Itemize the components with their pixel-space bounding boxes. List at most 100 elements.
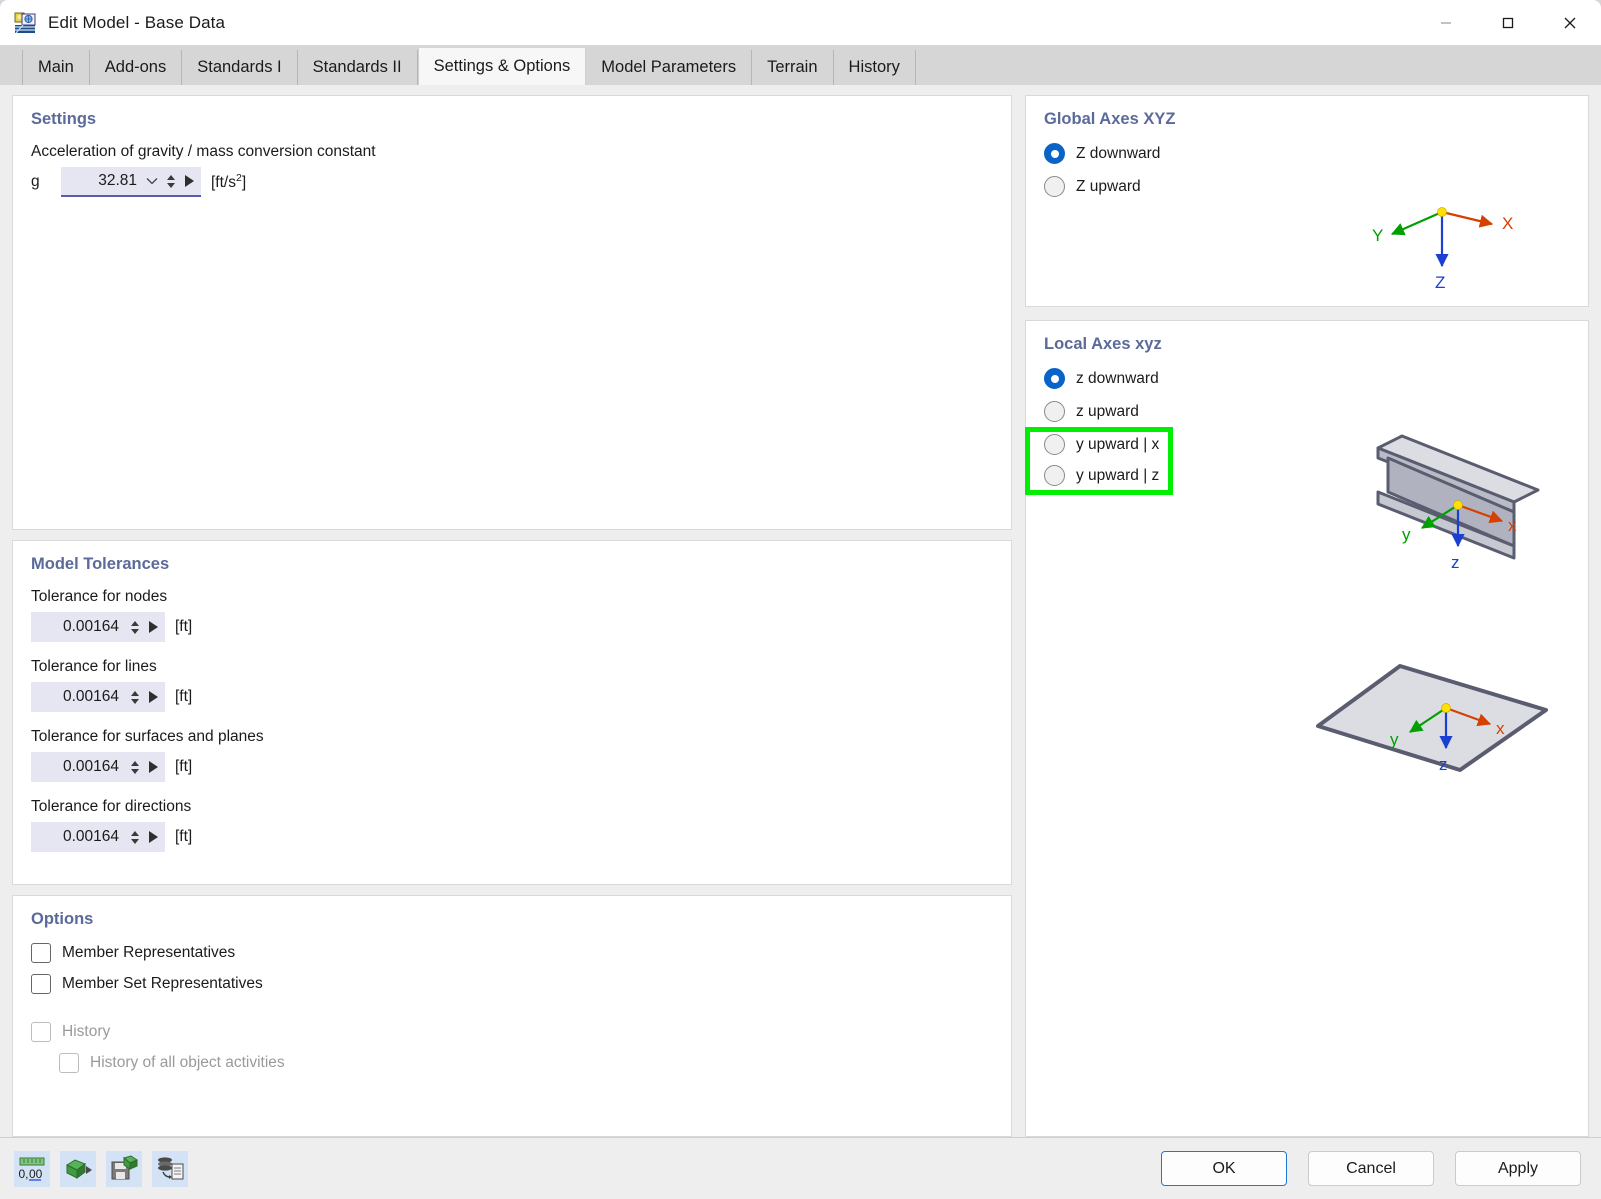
ok-button[interactable]: OK — [1161, 1151, 1287, 1186]
tab-label: Main — [38, 58, 74, 76]
maximize-button[interactable] — [1477, 0, 1539, 45]
radio-icon[interactable] — [1044, 143, 1065, 164]
export-model-icon[interactable] — [60, 1150, 96, 1187]
tab-label: Terrain — [767, 58, 818, 76]
tab-label: Standards II — [312, 58, 402, 76]
chevron-down-icon[interactable] — [143, 175, 161, 187]
app-logo-icon — [14, 11, 38, 35]
settings-panel: Settings Acceleration of gravity / mass … — [12, 95, 1012, 530]
radio-icon[interactable] — [1044, 176, 1065, 197]
tolerance-directions-block: Tolerance for directions 0.00164 [ft] — [31, 798, 993, 852]
dialog-footer: 0, 00 OK Cancel Apply — [0, 1137, 1601, 1199]
tab-model-parameters[interactable]: Model Parameters — [586, 50, 753, 85]
member-z-label: z — [1451, 553, 1460, 572]
tab-settings-and-options[interactable]: Settings & Options — [417, 48, 587, 85]
checkbox-member-representatives[interactable]: Member Representatives — [31, 943, 993, 963]
tolerance-nodes-input[interactable]: 0.00164 — [31, 612, 165, 642]
tolerance-surfaces-stepper[interactable] — [128, 760, 142, 774]
tolerance-lines-unit: [ft] — [175, 688, 193, 705]
checkbox-label: Member Representatives — [62, 944, 236, 961]
stepper-down-icon[interactable] — [131, 838, 139, 844]
stepper-up-icon[interactable] — [167, 174, 175, 180]
tolerance-lines-input[interactable]: 0.00164 — [31, 682, 165, 712]
edit-model-dialog: Edit Model - Base Data Main Add-ons Stan… — [0, 0, 1601, 1199]
tolerance-directions-more-icon[interactable] — [145, 831, 161, 843]
stepper-down-icon[interactable] — [167, 182, 175, 188]
gravity-label: Acceleration of gravity / mass conversio… — [31, 143, 376, 160]
minimize-button[interactable] — [1415, 0, 1477, 45]
options-panel-title: Options — [31, 910, 94, 928]
radio-label: y upward | x — [1076, 435, 1160, 453]
surface-y-label: y — [1390, 730, 1399, 749]
tolerance-surfaces-row: 0.00164 [ft] — [31, 752, 993, 782]
tab-content-settings-options: Settings Acceleration of gravity / mass … — [0, 85, 1601, 1137]
stepper-down-icon[interactable] — [131, 698, 139, 704]
tolerance-nodes-value: 0.00164 — [62, 618, 119, 635]
global-axes-title: Global Axes XYZ — [1044, 110, 1176, 128]
tab-standards-ii[interactable]: Standards II — [297, 50, 418, 85]
global-axes-diagram: X Y Z — [1044, 207, 1570, 292]
checkbox-icon[interactable] — [31, 974, 51, 994]
tab-label: History — [848, 58, 900, 76]
gravity-field-row: g 32.81 [ft/s2] — [31, 167, 993, 197]
radio-z-downward[interactable]: Z downward — [1044, 143, 1570, 164]
gravity-more-icon[interactable] — [181, 175, 197, 187]
checkbox-label: History of all object activities — [90, 1054, 285, 1071]
tolerance-surfaces-input[interactable]: 0.00164 — [31, 752, 165, 782]
radio-icon[interactable] — [1044, 465, 1065, 486]
checkbox-member-set-representatives[interactable]: Member Set Representatives — [31, 974, 993, 994]
close-button[interactable] — [1539, 0, 1601, 45]
cancel-button[interactable]: Cancel — [1308, 1151, 1434, 1186]
model-tolerances-title: Model Tolerances — [31, 555, 170, 573]
radio-label: Z upward — [1076, 177, 1141, 195]
tolerance-nodes-stepper[interactable] — [128, 620, 142, 634]
radio-label: y upward | z — [1076, 466, 1160, 484]
stepper-up-icon[interactable] — [131, 690, 139, 696]
tab-label: Standards I — [197, 58, 282, 76]
svg-text:0,: 0, — [19, 1167, 29, 1181]
options-panel: Options Member Representatives Member Se… — [12, 895, 1012, 1137]
checkbox-icon[interactable] — [31, 943, 51, 963]
tolerance-nodes-more-icon[interactable] — [145, 621, 161, 633]
tab-add-ons[interactable]: Add-ons — [89, 50, 183, 85]
apply-button[interactable]: Apply — [1455, 1151, 1581, 1186]
tolerance-lines-more-icon[interactable] — [145, 691, 161, 703]
right-column: Global Axes XYZ Z downward Z upward X Y … — [1025, 95, 1589, 1137]
stepper-down-icon[interactable] — [131, 768, 139, 774]
stepper-up-icon[interactable] — [131, 620, 139, 626]
stepper-down-icon[interactable] — [131, 628, 139, 634]
tolerance-directions-stepper[interactable] — [128, 830, 142, 844]
tolerance-nodes-block: Tolerance for nodes 0.00164 [ft] — [31, 588, 993, 642]
radio-icon[interactable] — [1044, 368, 1065, 389]
tab-strip: Main Add-ons Standards I Standards II Se… — [0, 45, 1601, 85]
tolerance-directions-label: Tolerance for directions — [31, 798, 192, 815]
database-document-icon[interactable] — [152, 1150, 188, 1187]
tab-standards-i[interactable]: Standards I — [182, 50, 298, 85]
radio-icon[interactable] — [1044, 434, 1065, 455]
tolerance-lines-stepper[interactable] — [128, 690, 142, 704]
tab-history[interactable]: History — [833, 50, 916, 85]
checkbox-label: History — [62, 1023, 111, 1040]
radio-label: Z downward — [1076, 144, 1161, 162]
radio-label: z downward — [1076, 369, 1159, 387]
save-model-icon[interactable] — [106, 1150, 142, 1187]
decimal-places-icon[interactable]: 0, 00 — [14, 1150, 50, 1187]
window-title: Edit Model - Base Data — [48, 12, 226, 32]
tolerance-directions-input[interactable]: 0.00164 — [31, 822, 165, 852]
tolerance-surfaces-more-icon[interactable] — [145, 761, 161, 773]
title-bar: Edit Model - Base Data — [0, 0, 1601, 45]
radio-z-upward[interactable]: Z upward — [1044, 176, 1570, 197]
radio-icon[interactable] — [1044, 401, 1065, 422]
stepper-up-icon[interactable] — [131, 830, 139, 836]
tab-label: Model Parameters — [601, 58, 737, 76]
tab-terrain[interactable]: Terrain — [752, 50, 834, 85]
tolerance-surfaces-value: 0.00164 — [62, 758, 119, 775]
radio-z-downward-local[interactable]: z downward — [1044, 368, 1570, 389]
tab-main[interactable]: Main — [22, 50, 90, 85]
global-z-label: Z — [1435, 273, 1445, 292]
stepper-up-icon[interactable] — [131, 760, 139, 766]
gravity-input[interactable]: 32.81 — [61, 167, 201, 197]
gravity-stepper[interactable] — [164, 174, 178, 188]
tolerance-surfaces-label: Tolerance for surfaces and planes — [31, 728, 264, 745]
tolerance-surfaces-block: Tolerance for surfaces and planes 0.0016… — [31, 728, 993, 782]
